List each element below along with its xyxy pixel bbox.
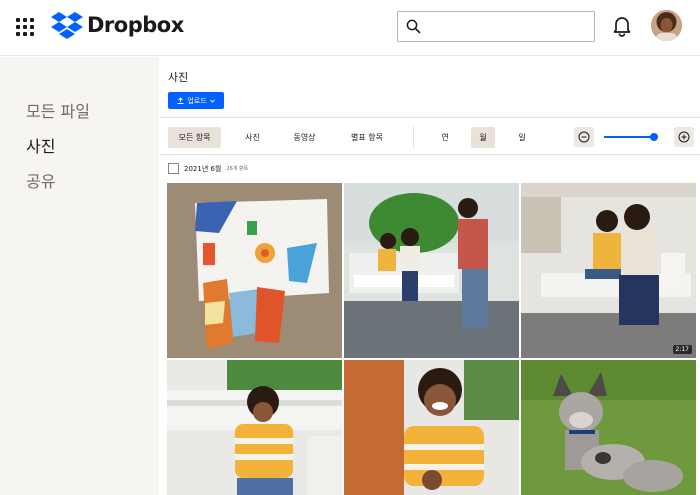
main-content: 사진 업로드 모든 항목 사진 동영상 별표 항목 연 월 일 2021년 6월… bbox=[160, 57, 700, 495]
upload-label: 업로드 bbox=[187, 96, 207, 105]
sidebar: 모든 파일 사진 공유 bbox=[0, 57, 159, 495]
family-porch-photo bbox=[344, 183, 519, 358]
search-input[interactable] bbox=[428, 16, 588, 38]
collage-photo bbox=[167, 183, 342, 358]
zoom-slider-thumb[interactable] bbox=[650, 133, 658, 141]
top-bar: Dropbox bbox=[0, 0, 700, 56]
zoom-slider-track[interactable] bbox=[604, 136, 654, 138]
avatar-image bbox=[651, 10, 682, 41]
two-dogs-photo bbox=[521, 360, 696, 495]
period-month[interactable]: 월 bbox=[471, 127, 495, 148]
photo-tile[interactable] bbox=[344, 183, 519, 358]
select-section-checkbox[interactable] bbox=[168, 163, 179, 174]
toolbar-divider bbox=[413, 126, 414, 148]
section-date: 2021년 6월 bbox=[184, 164, 222, 173]
filter-all[interactable]: 모든 항목 bbox=[168, 127, 221, 148]
period-day[interactable]: 일 bbox=[510, 127, 534, 148]
filter-videos[interactable]: 동영상 bbox=[283, 127, 326, 148]
photo-toolbar: 모든 항목 사진 동영상 별표 항목 연 월 일 bbox=[160, 117, 700, 155]
upload-icon bbox=[177, 97, 184, 104]
filter-starred[interactable]: 별표 항목 bbox=[340, 127, 394, 148]
apps-grid-icon[interactable] bbox=[16, 18, 34, 36]
zoom-in-button[interactable] bbox=[674, 127, 694, 147]
photo-tile[interactable] bbox=[167, 183, 342, 358]
avatar[interactable] bbox=[651, 10, 682, 41]
filter-photos[interactable]: 사진 bbox=[234, 127, 271, 148]
section-header: 2021년 6월 26개 항목 bbox=[168, 163, 248, 174]
search-icon bbox=[406, 19, 421, 34]
sidebar-item-photos[interactable]: 사진 bbox=[26, 133, 55, 157]
photo-tile[interactable] bbox=[521, 360, 696, 495]
photo-tile[interactable]: 2:17 bbox=[521, 183, 696, 358]
page-title: 사진 bbox=[168, 71, 189, 84]
child-swing-photo bbox=[167, 360, 342, 495]
upload-button[interactable]: 업로드 bbox=[168, 92, 224, 109]
sidebar-item-shared[interactable]: 공유 bbox=[26, 168, 55, 192]
child-laughing-photo bbox=[344, 360, 519, 495]
zoom-out-button[interactable] bbox=[574, 127, 594, 147]
minus-circle-icon bbox=[578, 131, 590, 143]
video-duration-badge: 2:17 bbox=[672, 345, 692, 354]
porch-swing-photo bbox=[521, 183, 696, 358]
section-count: 26개 항목 bbox=[226, 166, 249, 172]
search-field[interactable] bbox=[397, 11, 595, 42]
photo-tile[interactable] bbox=[344, 360, 519, 495]
chevron-down-icon bbox=[209, 99, 215, 103]
dropbox-logo-icon bbox=[51, 12, 83, 39]
period-year[interactable]: 연 bbox=[433, 127, 457, 148]
logo-text: Dropbox bbox=[87, 13, 184, 37]
plus-circle-icon bbox=[678, 131, 690, 143]
bell-icon[interactable] bbox=[612, 15, 632, 37]
photo-tile[interactable] bbox=[167, 360, 342, 495]
dropbox-logo[interactable]: Dropbox bbox=[51, 11, 184, 39]
sidebar-item-all-files[interactable]: 모든 파일 bbox=[26, 98, 90, 122]
